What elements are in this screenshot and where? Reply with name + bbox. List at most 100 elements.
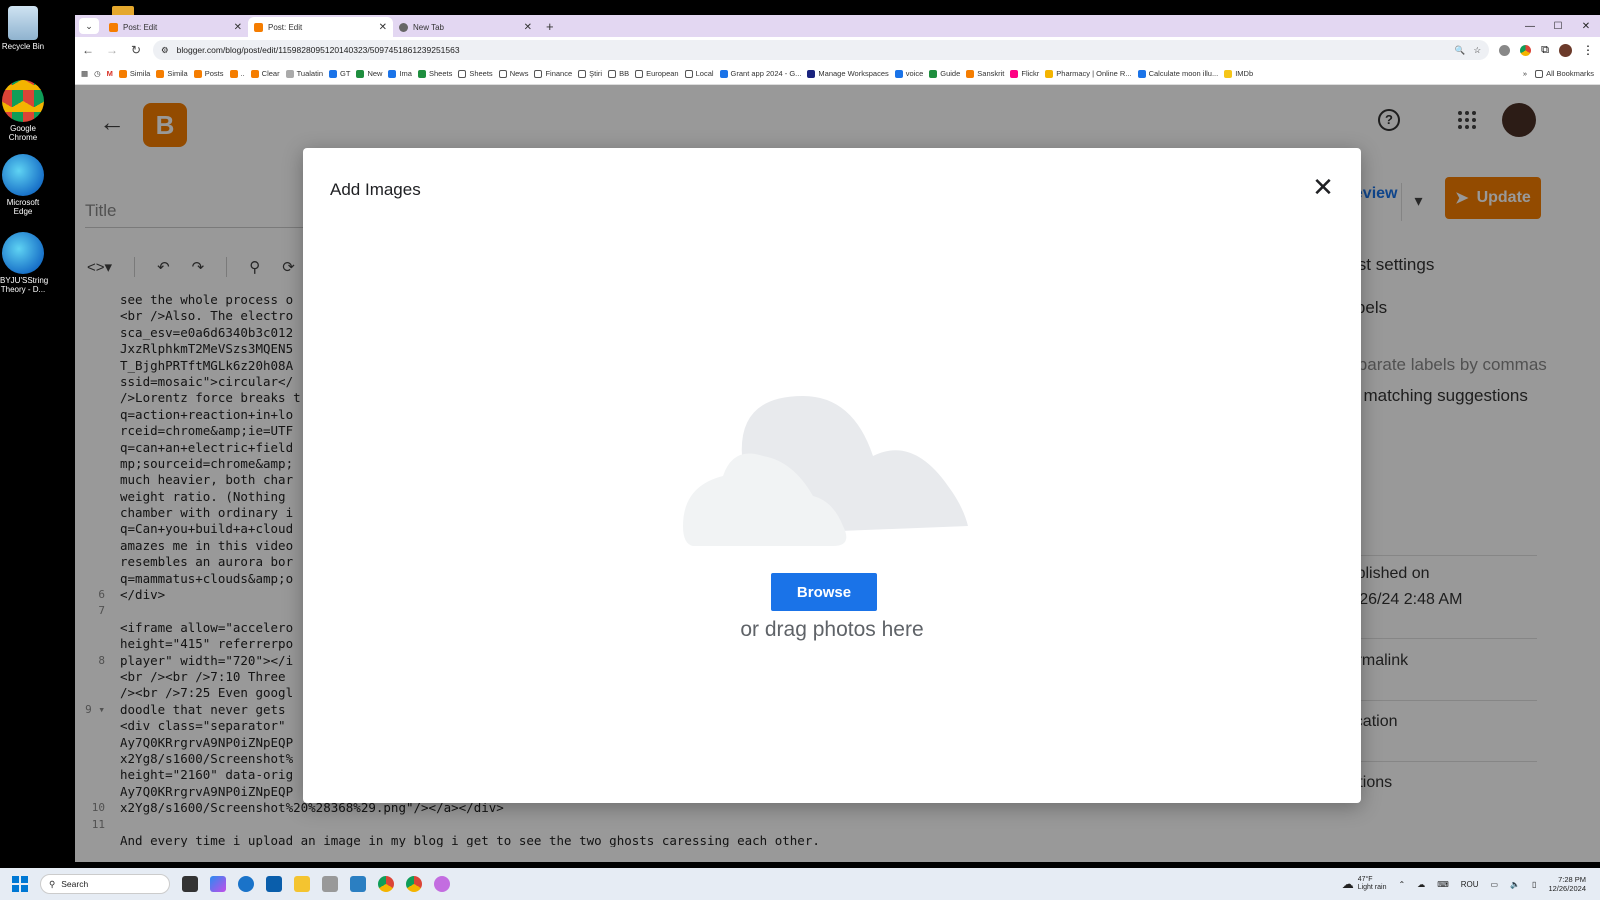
bookmark-item[interactable]: Calculate moon illu... [1137,69,1218,78]
tab-post-edit-1[interactable]: Post: Edit ✕ [103,17,248,37]
tab-search-button[interactable]: ⌄ [79,18,99,34]
desktop-icon-label: Microsoft Edge [6,198,40,216]
bookmark-item[interactable]: Tualatin [285,69,323,78]
taskbar-search-input[interactable]: ⚲ Search [40,874,170,894]
desktop-icon-recycle-bin[interactable]: Recycle Bin [0,6,46,51]
extension-icon[interactable] [1520,44,1532,56]
all-bookmarks-button[interactable]: All Bookmarks [1535,69,1594,78]
cloud-sync-icon[interactable]: ☁ [1417,880,1425,889]
bookmark-item[interactable]: Grant app 2024 - G... [719,69,801,78]
bookmark-item[interactable]: Manage Workspaces [807,69,889,78]
bookmarks-overflow-icon[interactable]: » [1523,69,1527,78]
browse-button[interactable]: Browse [771,573,877,611]
task-view-icon[interactable] [182,876,198,892]
extension-icon[interactable] [1499,44,1511,56]
extensions-puzzle-icon[interactable]: ⧉ [1541,44,1549,57]
bookmark-folder[interactable]: BB [608,69,629,78]
close-icon[interactable]: ✕ [524,22,532,33]
chrome-profile-icon[interactable] [406,876,422,892]
app-icon[interactable] [322,876,338,892]
battery-icon[interactable]: ▯ [1532,880,1536,889]
url-field[interactable]: ⚙ blogger.com/blog/post/edit/11598280951… [153,40,1490,60]
blogger-favicon-icon [109,22,118,32]
bookmark-item[interactable]: Sheets [417,69,452,78]
display-icon[interactable]: ▭ [1491,880,1499,889]
bookmark-item[interactable]: IMDb [1224,69,1253,78]
bookmark-item[interactable]: Sanskrit [966,69,1004,78]
clock[interactable]: 7:28 PM 12/26/2024 [1548,875,1586,893]
edge-icon [2,232,44,274]
app-icon[interactable] [350,876,366,892]
window-controls: — ☐ ✕ [1516,15,1600,37]
desktop-icon-label: Recycle Bin [1,42,45,51]
gmail-icon[interactable]: M [107,69,113,78]
chevron-up-icon[interactable]: ⌃ [1398,880,1405,889]
bookmark-folder[interactable]: Finance [534,69,572,78]
bookmark-item[interactable]: .. [229,69,245,78]
close-icon[interactable]: ✕ [379,22,387,33]
desktop-icon-byjus[interactable]: BYJU'SString Theory - D... [0,232,49,294]
bookmark-item[interactable]: Pharmacy | Online R... [1045,69,1132,78]
forward-icon[interactable]: → [105,43,119,57]
bookmark-star-icon[interactable]: ☆ [1474,45,1482,56]
bookmark-item[interactable]: voice [894,69,923,78]
new-tab-button[interactable]: + [538,19,562,37]
site-info-icon[interactable]: ⚙ [161,45,169,56]
tab-post-edit-2[interactable]: Post: Edit ✕ [248,17,393,37]
chrome-icon[interactable] [378,876,394,892]
volume-icon[interactable]: 🔈 [1510,880,1520,889]
close-icon[interactable]: ✕ [234,22,242,33]
weather-widget[interactable]: ☁ 47°F Light rain [1342,876,1387,892]
chrome-icon [2,80,44,122]
desktop-icon-label: Google Chrome [8,124,38,142]
recycle-bin-icon [8,6,38,40]
desktop-icon-edge[interactable]: Microsoft Edge [0,154,46,216]
bookmark-folder[interactable]: Ştiri [578,69,602,78]
desktop-icon-label: BYJU'SString Theory - D... [0,276,49,294]
bookmark-folder[interactable]: News [498,69,528,78]
bookmark-item[interactable]: New [356,69,382,78]
zoom-icon[interactable]: 🔍 [1455,45,1466,56]
bookmark-item[interactable]: Clear [250,69,280,78]
bookmark-item[interactable]: Guide [929,69,960,78]
app-icon[interactable] [434,876,450,892]
maximize-icon[interactable]: ☐ [1544,21,1572,32]
dialog-title: Add Images [330,180,421,199]
desktop-icon-chrome[interactable]: Google Chrome [0,80,46,142]
bookmark-item[interactable]: Simila [156,69,188,78]
back-icon[interactable]: ← [81,43,95,57]
apps-grid-icon[interactable]: ▦ [81,69,88,78]
weather-temp: 47°F [1357,876,1373,883]
keyboard-icon[interactable]: ⌨ [1437,880,1449,889]
bookmark-item[interactable]: GT [329,69,350,78]
close-window-icon[interactable]: ✕ [1572,21,1600,32]
copilot-icon[interactable] [210,876,226,892]
store-icon[interactable] [266,876,282,892]
address-bar-row: ← → ↻ ⚙ blogger.com/blog/post/edit/11598… [75,37,1600,63]
history-icon[interactable]: ◷ [94,69,101,78]
bookmarks-bar: ▦ ◷ M Simila Simila Posts .. Clear Tuala… [75,63,1600,85]
bookmark-item[interactable]: Flickr [1010,69,1039,78]
weather-desc: Light rain [1357,884,1387,891]
edge-icon[interactable] [238,876,254,892]
tab-new-tab[interactable]: New Tab ✕ [393,17,538,37]
bookmark-folder[interactable]: European [635,69,679,78]
file-explorer-icon[interactable] [294,876,310,892]
menu-kebab-icon[interactable]: ⋮ [1582,43,1594,57]
system-tray: ☁ 47°F Light rain ⌃ ☁ ⌨ ROU ▭ 🔈 ▯ 7:28 P… [1342,875,1600,893]
language-indicator[interactable]: ROU [1461,880,1479,889]
bookmark-folder[interactable]: Sheets [458,69,493,78]
start-button-icon[interactable] [12,876,28,892]
bookmark-item[interactable]: Simila [118,69,150,78]
tab-title: Post: Edit [123,22,158,32]
bookmark-item[interactable]: Posts [193,69,224,78]
bookmark-item[interactable]: Ima [388,69,412,78]
chrome-favicon-icon [399,22,408,32]
profile-avatar-icon[interactable] [1559,43,1572,57]
close-icon[interactable]: ✕ [1311,174,1335,200]
url-text: blogger.com/blog/post/edit/1159828095120… [176,45,460,55]
reload-icon[interactable]: ↻ [129,43,143,57]
search-icon: ⚲ [49,878,56,889]
bookmark-folder[interactable]: Local [684,69,714,78]
minimize-icon[interactable]: — [1516,21,1544,32]
